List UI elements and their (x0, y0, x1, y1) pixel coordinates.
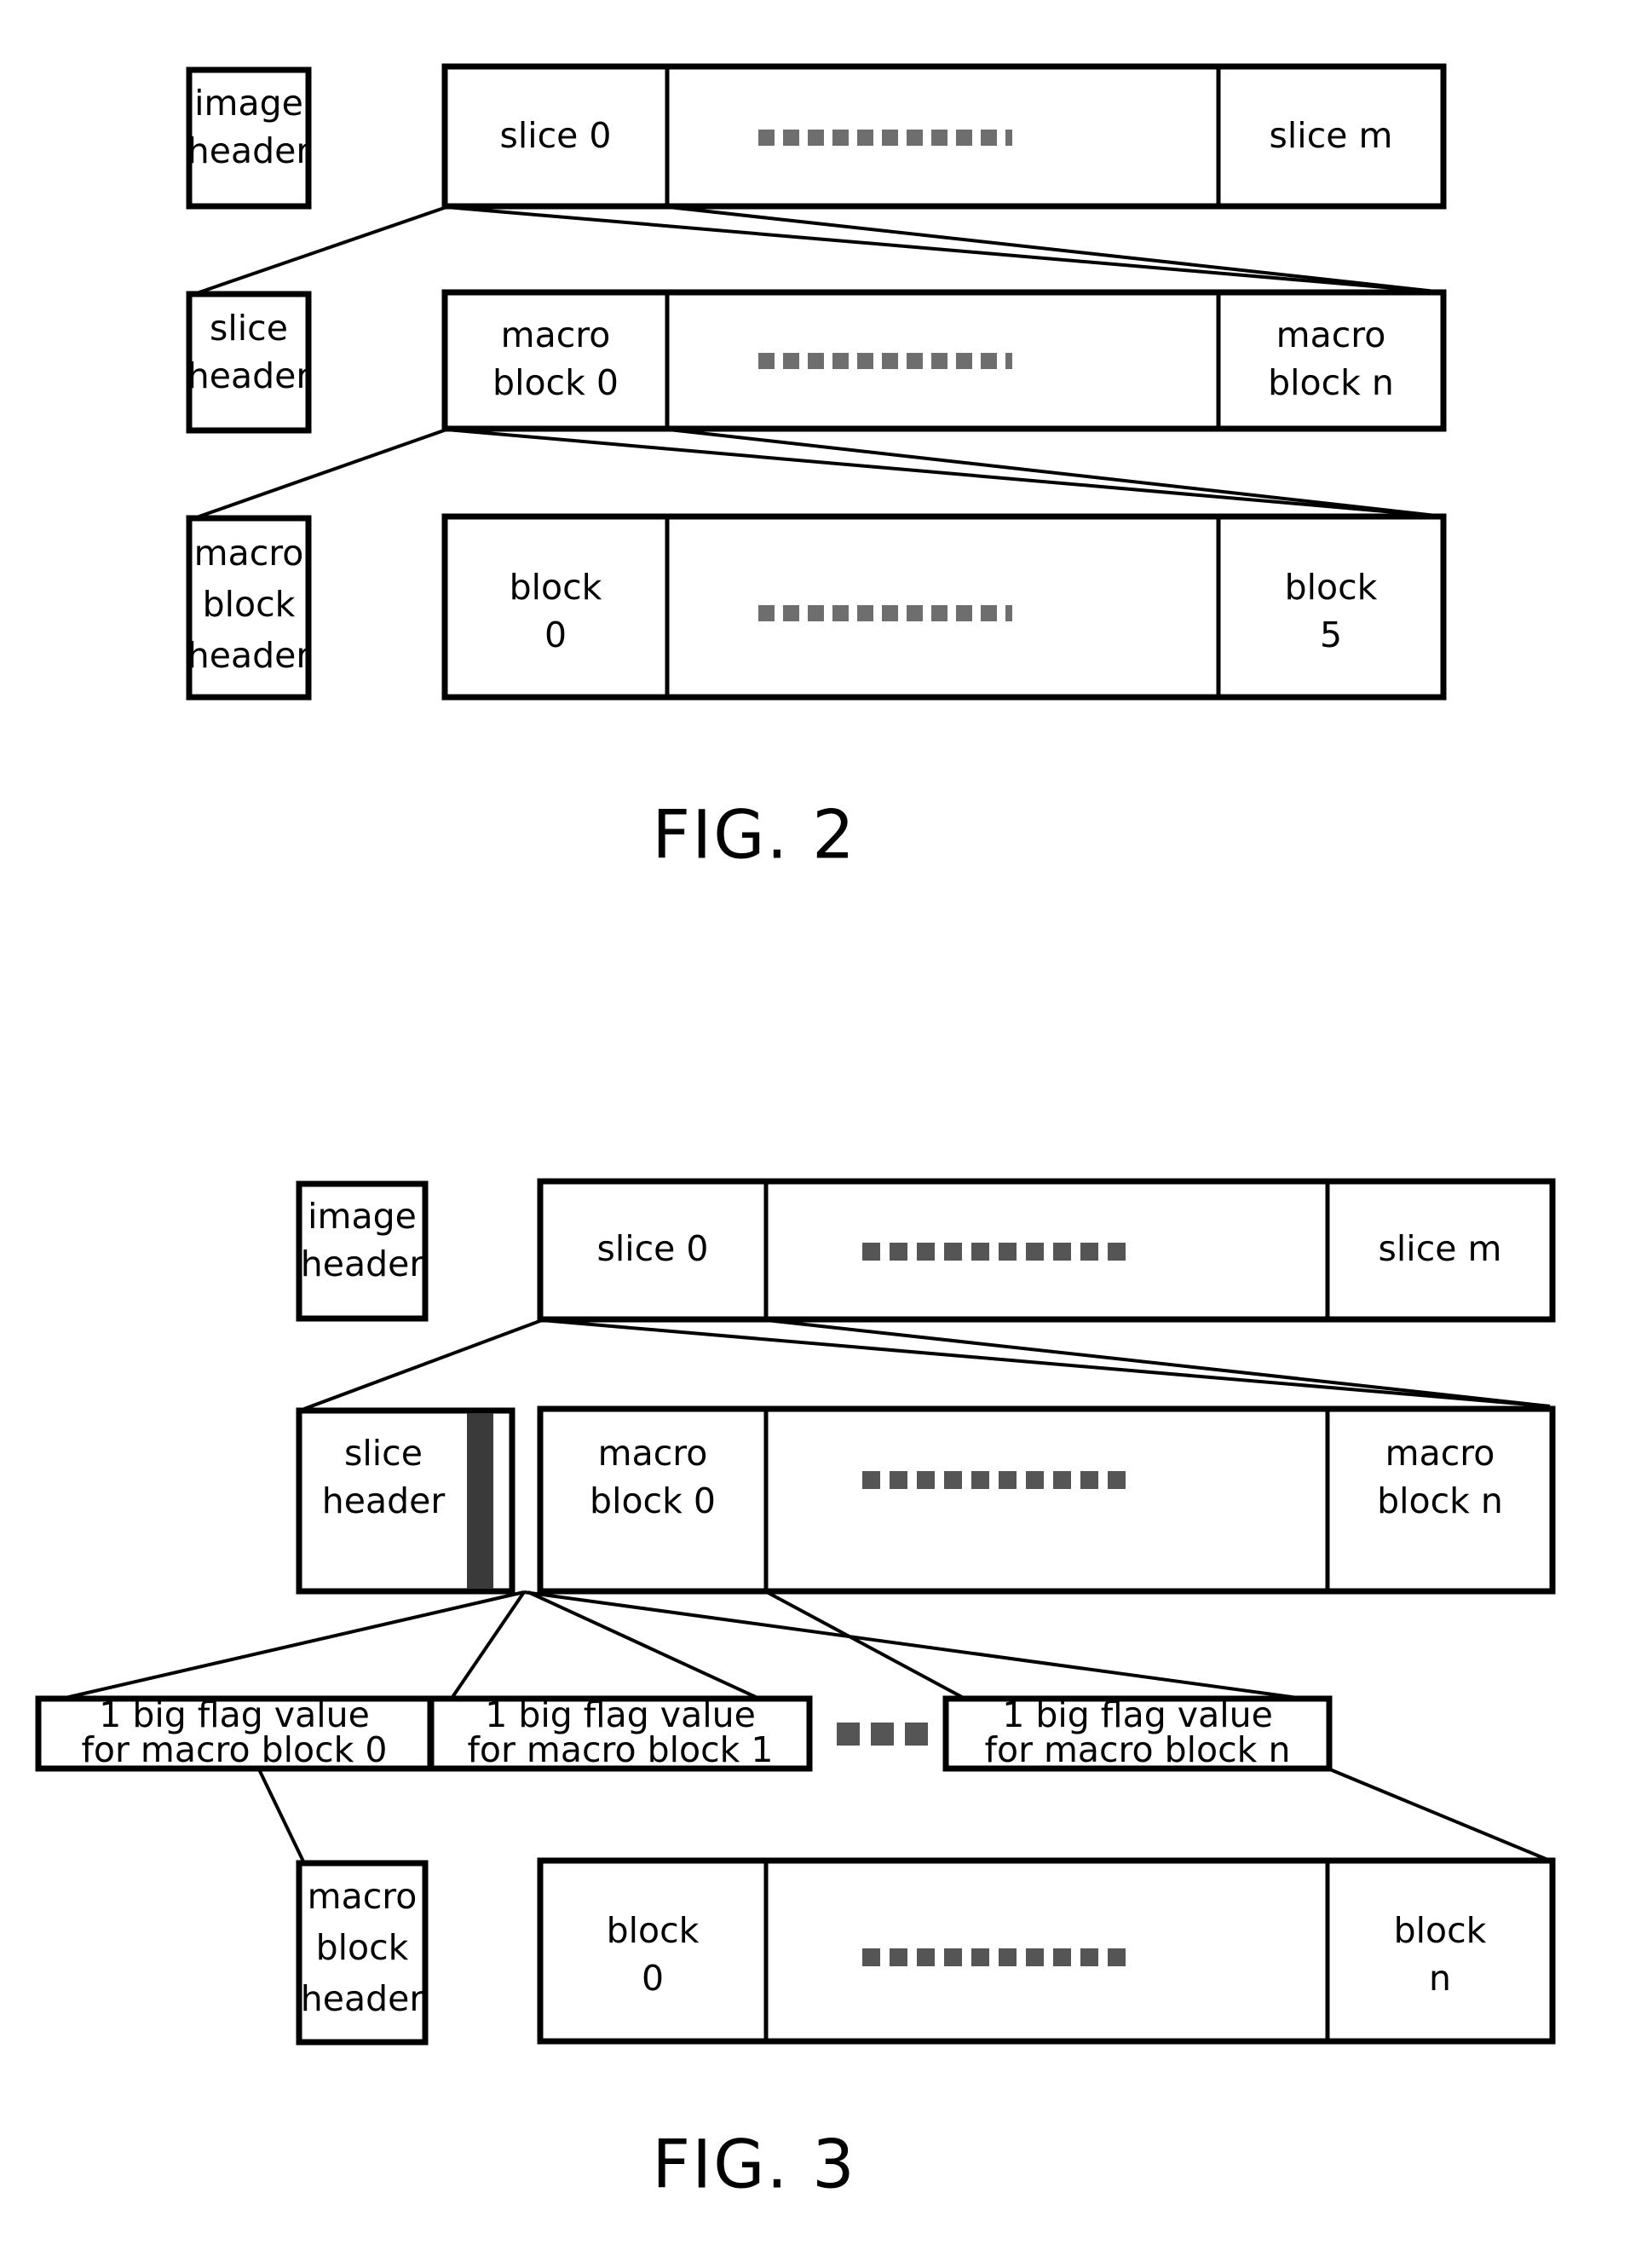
fig3-slice-m-label: slice m (1379, 1228, 1502, 1269)
fig3-block-n-label-1: n (1429, 1958, 1451, 1999)
fig2-slice-header-label-1: header (187, 355, 311, 396)
fig2-slice-m-label: slice m (1270, 115, 1393, 156)
patent-drawing-sheet: image header slice 0 slice m slice heade… (0, 0, 1630, 2268)
fig3-connectors-row2-row3 (46, 1590, 1330, 1704)
fig3-mbheader-label-0: macro (308, 1876, 418, 1917)
figure-3: image header slice 0 slice m slice heade… (35, 1178, 1556, 2203)
fig2-mb-n-label-0: macro (1276, 315, 1386, 355)
fig3-mbheader-label-2: header (301, 1978, 424, 2019)
fig2-mb-0-label-1: block 0 (492, 362, 619, 403)
fig2-connectors-row2-row3 (193, 428, 1444, 520)
fig3-slice-0-label: slice 0 (596, 1228, 708, 1269)
fig3-connectors-row1-row2 (303, 1319, 1551, 1411)
fig2-row-image: image header slice 0 slice m (186, 63, 1447, 210)
fig2-slice-0-label: slice 0 (499, 115, 611, 156)
fig2-mbheader-label-2: header (187, 635, 311, 676)
fig3-flag-0-label-1: for macro block 0 (82, 1729, 388, 1770)
fig2-caption: FIG. 2 (652, 797, 856, 874)
fig3-row-slice: slice header macro block 0 macro block n (296, 1405, 1556, 1595)
fig2-mbheader-label-0: macro (194, 533, 304, 574)
fig2-image-header-label-0: image (194, 83, 303, 124)
fig3-mb-n-label-1: block n (1377, 1480, 1503, 1521)
fig3-block-0-label-0: block (607, 1910, 700, 1951)
fig3-block-0-label-1: 0 (642, 1958, 664, 1999)
fig3-connectors-row3-row4 (256, 1766, 1551, 1864)
fig2-slice-header-label-0: slice (210, 308, 288, 349)
fig3-slice-header-label-1: header (322, 1480, 446, 1521)
fig3-slice-header-label-0: slice (344, 1433, 423, 1474)
fig2-mbheader-label-1: block (203, 584, 296, 625)
fig3-slice-header-shaded-strip (467, 1413, 493, 1589)
fig2-mb-n-label-1: block n (1268, 362, 1394, 403)
fig3-mbheader-label-1: block (316, 1927, 409, 1968)
fig3-mb-0-label-1: block 0 (590, 1480, 716, 1521)
fig3-image-header-label-0: image (308, 1196, 417, 1237)
fig3-flag-n-label-1: for macro block n (985, 1729, 1291, 1770)
fig2-block-5-label-0: block (1285, 567, 1378, 608)
fig3-row-flags: 1 big flag value for macro block 0 1 big… (35, 1694, 1333, 1772)
fig3-image-header-label-1: header (301, 1244, 424, 1284)
fig3-caption: FIG. 3 (652, 2127, 856, 2203)
fig2-connectors-row1-row2 (193, 205, 1444, 296)
fig3-row-image: image header slice 0 slice m (296, 1178, 1556, 1323)
fig2-block-0-label-1: 0 (544, 615, 567, 655)
fig2-row-slice: slice header macro block 0 macro block n (186, 289, 1447, 434)
fig2-block-5-label-1: 5 (1320, 615, 1342, 655)
fig2-block-0-label-0: block (510, 567, 602, 608)
fig2-image-header-label-1: header (187, 130, 311, 171)
fig3-block-n-label-0: block (1394, 1910, 1487, 1951)
fig2-row-macroblock: macro block header block 0 block 5 (186, 513, 1447, 701)
fig3-block-strip-box (537, 1857, 1556, 2045)
fig3-mb-0-label-0: macro (598, 1433, 708, 1474)
fig3-row-macroblock: macro block header block 0 block n (296, 1857, 1556, 2046)
figure-2: image header slice 0 slice m slice heade… (186, 63, 1447, 874)
fig3-mb-n-label-0: macro (1385, 1433, 1495, 1474)
fig2-mb-0-label-0: macro (501, 315, 611, 355)
fig3-flag-ellipsis-icon (837, 1723, 928, 1746)
fig3-flag-1-label-1: for macro block 1 (468, 1729, 774, 1770)
